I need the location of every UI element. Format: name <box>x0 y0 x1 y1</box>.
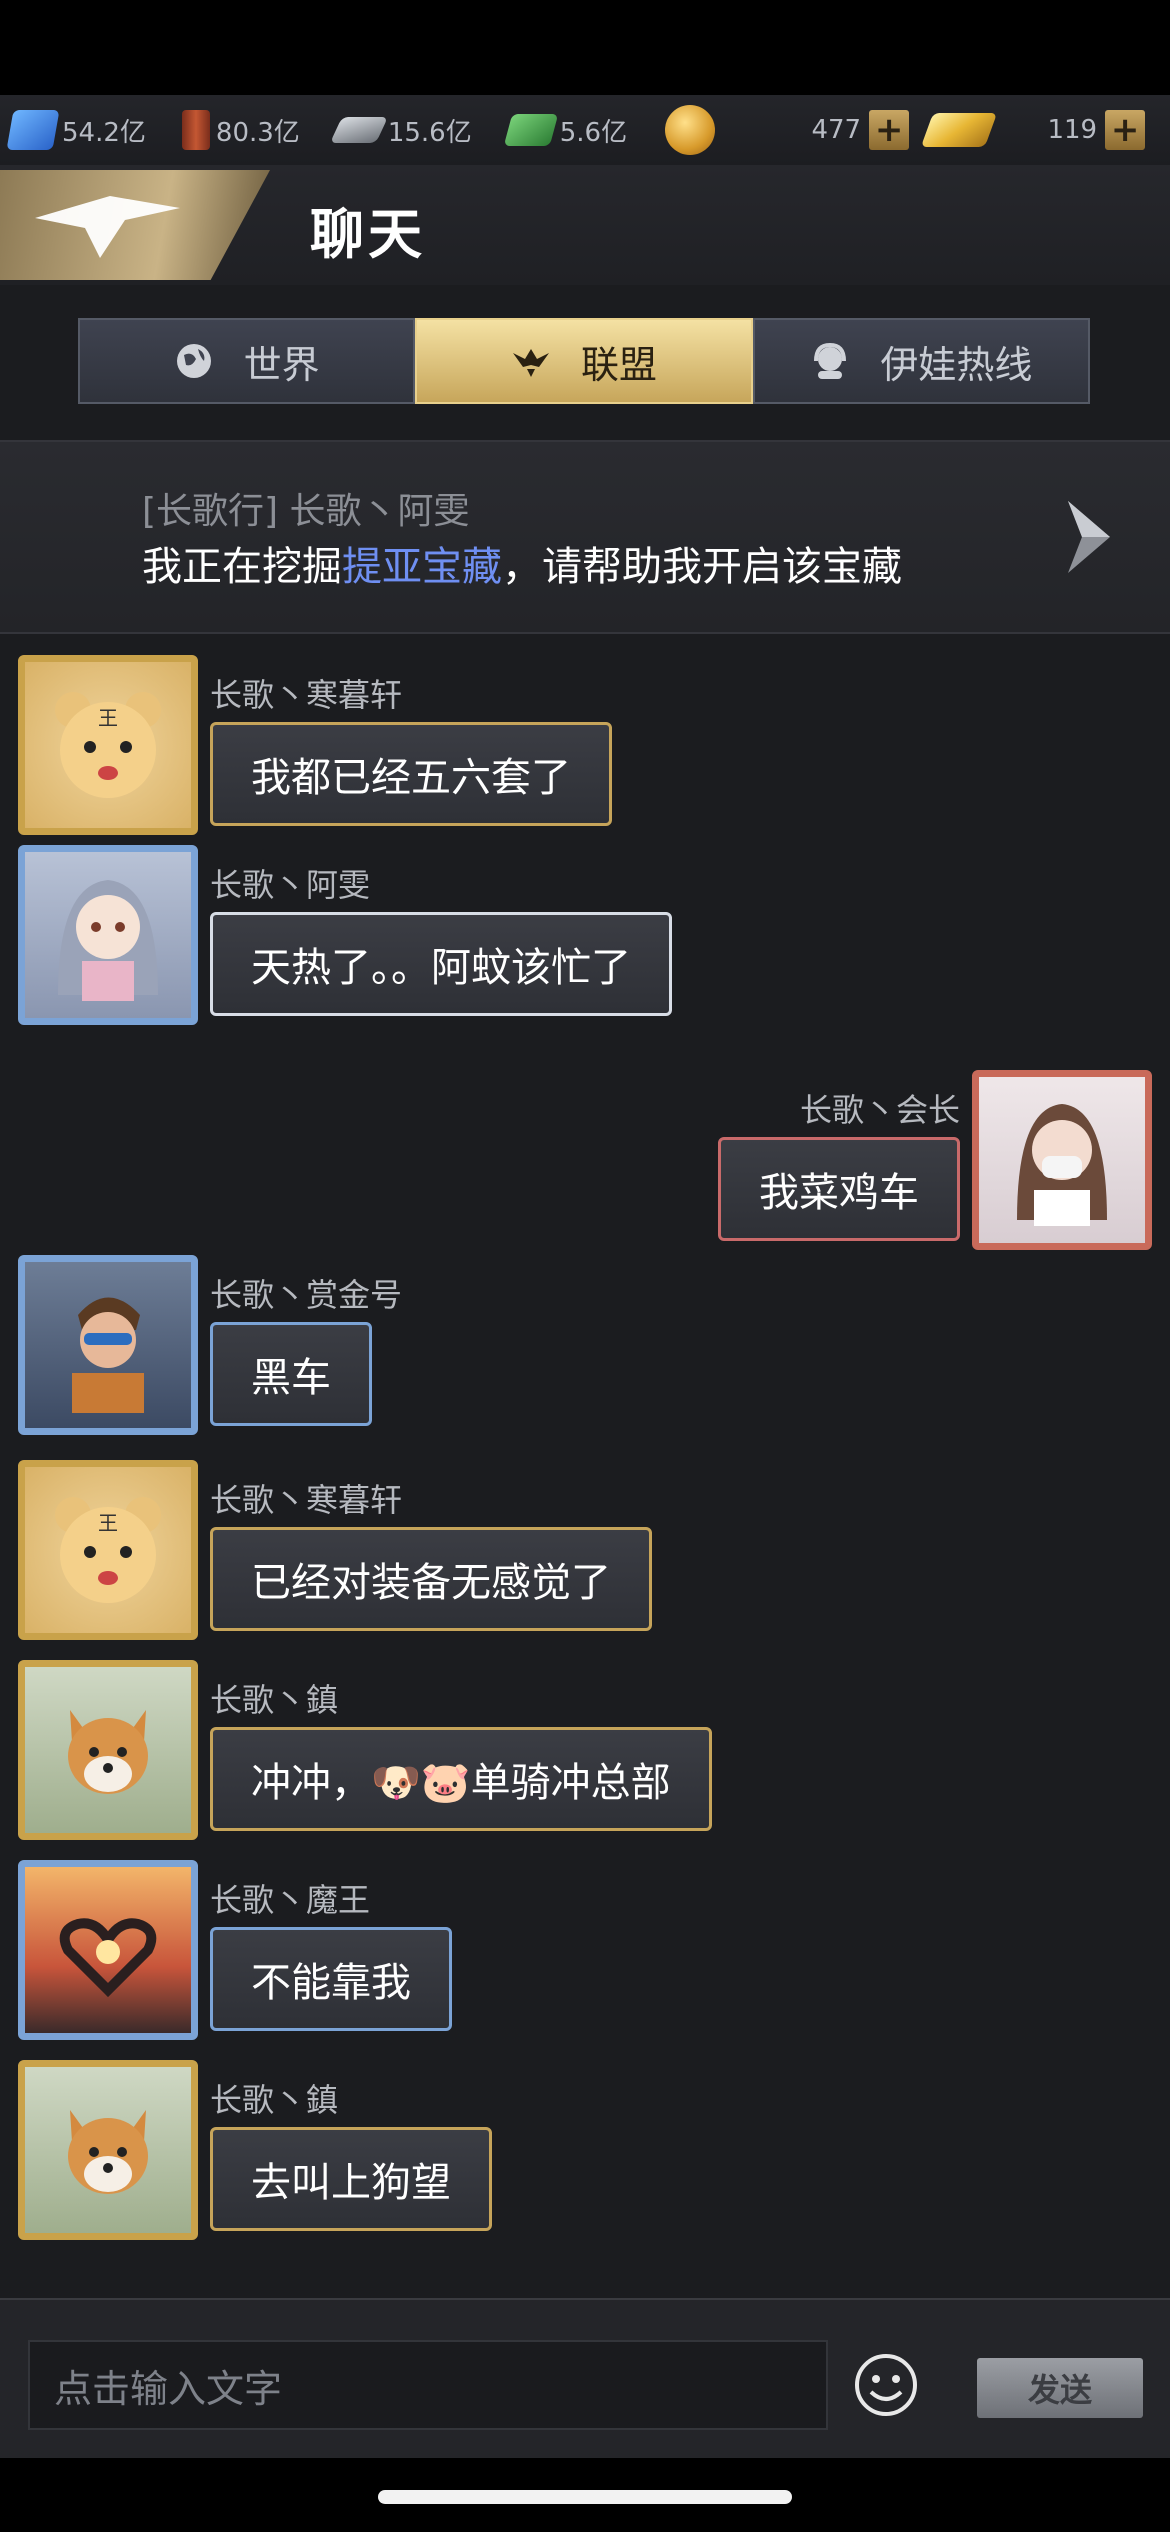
message-bubble[interactable]: 我菜鸡车 <box>718 1137 960 1241</box>
message-bubble[interactable]: 去叫上狗望 <box>210 2127 492 2231</box>
send-button[interactable]: 发送 <box>977 2358 1143 2418</box>
treasure-link[interactable]: 提亚宝藏 <box>342 544 502 590</box>
resource-value: 54.2亿 <box>62 117 146 148</box>
resource-value: 15.6亿 <box>387 117 472 148</box>
sender-name: 长歌丶魔王 <box>210 1881 371 1919</box>
header: 聊天 <box>0 165 1170 285</box>
shiba-dog-icon <box>68 2110 148 2194</box>
resource-value: 80.3亿 <box>215 117 300 148</box>
add-gold-button[interactable]: + <box>1105 110 1146 150</box>
home-indicator[interactable] <box>378 2490 792 2504</box>
sunglasses-man-icon <box>72 1297 144 1413</box>
coin-icon <box>665 105 716 155</box>
anime-girl-avatar[interactable] <box>18 845 198 1025</box>
eagle-icon <box>511 341 551 381</box>
eagle-logo-icon <box>35 196 180 258</box>
shiba-avatar[interactable] <box>18 2060 198 2240</box>
message-bubble[interactable]: 冲冲，🐶🐷单骑冲总部 <box>210 1727 712 1831</box>
tab-label: 世界 <box>243 342 320 387</box>
bear-avatar[interactable]: 王 <box>18 655 198 835</box>
notice-text: ，请帮助我开启该宝藏 <box>502 544 902 590</box>
notice-text: 我正在挖掘 <box>142 544 342 590</box>
resource-coins: 477 + <box>665 105 910 155</box>
sender-name: 长歌丶鎮 <box>210 2081 339 2119</box>
svg-text:王: 王 <box>98 1511 118 1535</box>
resource-value: 5.6亿 <box>559 117 628 148</box>
shiba-dog-icon <box>68 1710 148 1794</box>
gold-value: 119 <box>1047 115 1098 145</box>
gem-icon <box>6 110 60 150</box>
resource-bar: 54.2亿 80.3亿 15.6亿 5.6亿 477 + 119 + <box>0 95 1170 165</box>
bear-face-icon: 王 <box>55 1497 161 1603</box>
tab-world[interactable]: 世界 <box>78 318 416 404</box>
tab-label: 伊娃热线 <box>880 342 1033 387</box>
gold-bar-icon <box>920 113 998 147</box>
chevron-right-icon[interactable] <box>1060 497 1116 581</box>
shiba-avatar[interactable] <box>18 1660 198 1840</box>
sender-name: 长歌丶赏金号 <box>210 1276 403 1314</box>
bear-face-icon: 王 <box>55 692 161 798</box>
notice-message: 我正在挖掘提亚宝藏，请帮助我开启该宝藏 <box>142 534 902 592</box>
sender-name: 长歌丶寒暮轩 <box>210 676 403 714</box>
tab-alliance[interactable]: 联盟 <box>415 318 753 404</box>
message-bubble[interactable]: 已经对装备无感觉了 <box>210 1527 652 1631</box>
heart-hands-avatar[interactable] <box>18 1860 198 2040</box>
emoji-icon[interactable] <box>853 2352 919 2418</box>
bear-avatar[interactable]: 王 <box>18 1460 198 1640</box>
svg-text:王: 王 <box>98 706 118 730</box>
heart-hands-icon <box>59 1918 157 1998</box>
message-bubble[interactable]: 我都已经五六套了 <box>210 722 612 826</box>
masked-girl-icon <box>1017 1104 1107 1226</box>
treasure-notice[interactable]: [长歌行] 长歌丶阿雯 我正在挖掘提亚宝藏，请帮助我开启该宝藏 <box>0 440 1170 634</box>
sunglasses-man-avatar[interactable] <box>18 1255 198 1435</box>
masked-girl-avatar[interactable] <box>972 1070 1152 1250</box>
headset-icon <box>810 341 850 381</box>
message-bubble[interactable]: 黑车 <box>210 1322 372 1426</box>
resource-cash: 5.6亿 <box>503 112 628 149</box>
sender-name: 长歌丶鎮 <box>210 1681 339 1719</box>
tab-eva-hotline[interactable]: 伊娃热线 <box>752 318 1090 404</box>
notice-sender: [长歌行] 长歌丶阿雯 <box>142 491 470 532</box>
tab-label: 联盟 <box>580 342 657 387</box>
sender-name: 长歌丶寒暮轩 <box>210 1481 403 1519</box>
sender-name: 长歌丶阿雯 <box>210 866 371 904</box>
globe-icon <box>174 341 214 381</box>
coins-value: 477 <box>811 115 862 145</box>
resource-steel: 15.6亿 <box>329 112 472 149</box>
message-input[interactable]: 点击输入文字 <box>28 2340 828 2430</box>
page-title: 聊天 <box>310 203 426 266</box>
resource-gold: 119 + <box>920 110 1146 150</box>
add-coins-button[interactable]: + <box>869 110 910 150</box>
resource-gem: 54.2亿 <box>6 110 146 150</box>
anime-girl-icon <box>58 880 158 1001</box>
sender-name: 长歌丶会长 <box>799 1091 960 1129</box>
message-bubble[interactable]: 天热了。。阿蚊该忙了 <box>210 912 672 1016</box>
chat-tabs: 世界 联盟 伊娃热线 <box>78 318 1090 404</box>
cash-icon <box>503 114 559 146</box>
oil-barrel-icon <box>181 110 210 150</box>
status-bar <box>0 0 1170 95</box>
message-bubble[interactable]: 不能靠我 <box>210 1927 452 2031</box>
resource-oil: 80.3亿 <box>181 110 300 150</box>
steel-icon <box>329 117 388 143</box>
back-button[interactable] <box>0 170 270 280</box>
input-bar: 点击输入文字 发送 <box>0 2298 1170 2460</box>
